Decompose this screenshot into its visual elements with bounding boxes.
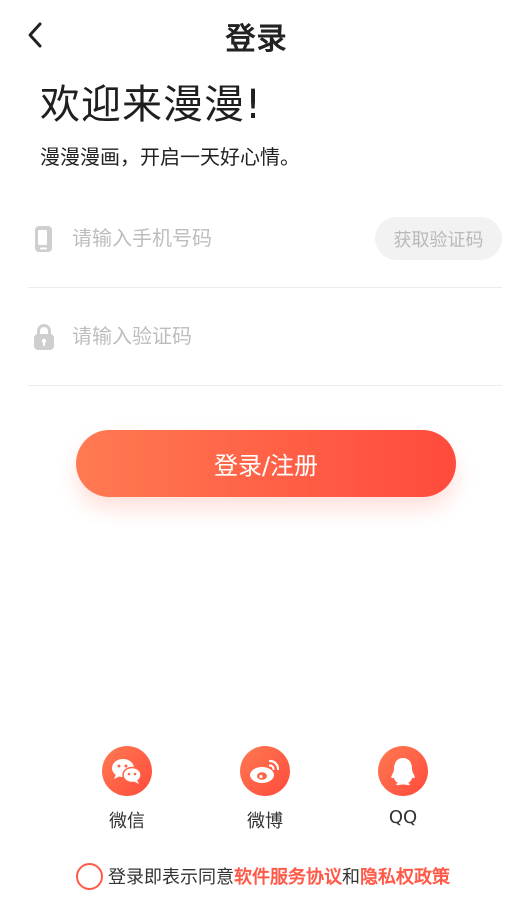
agreement-row: 登录即表示同意 软件服务协议 和 隐私权政策 (76, 862, 450, 890)
wechat-icon (112, 759, 142, 784)
qq-label: QQ (388, 807, 418, 828)
wechat-icon-circle (102, 746, 152, 796)
wechat-label: 微信 (109, 811, 145, 832)
weibo-icon-circle (240, 746, 290, 796)
phone-input[interactable] (72, 220, 352, 256)
weibo-icon (250, 759, 280, 783)
qq-icon-circle (378, 746, 428, 796)
weibo-label: 微博 (247, 811, 283, 832)
agree-radio[interactable] (76, 862, 103, 890)
phone-icon (35, 226, 52, 252)
welcome-heading: 欢迎来漫漫! (40, 82, 263, 128)
get-code-button[interactable]: 获取验证码 (375, 217, 502, 260)
wechat-login-button[interactable]: 微信 (82, 746, 172, 833)
weibo-login-button[interactable]: 微博 (220, 746, 310, 833)
qq-icon (391, 758, 415, 786)
lock-icon (34, 324, 54, 350)
agreement-prefix: 登录即表示同意 (108, 867, 234, 888)
code-input[interactable] (72, 318, 352, 354)
login-register-button[interactable]: 登录/注册 (76, 430, 456, 497)
qq-login-button[interactable]: QQ (358, 746, 448, 828)
service-agreement-link[interactable]: 软件服务协议 (234, 863, 342, 889)
agreement-conjunction: 和 (342, 867, 360, 888)
phone-field-row: 获取验证码 (28, 190, 502, 288)
privacy-policy-link[interactable]: 隐私权政策 (360, 863, 450, 889)
page-title: 登录 (225, 22, 288, 57)
welcome-subtitle: 漫漫漫画，开启一天好心情。 (40, 145, 300, 169)
code-field-row (28, 288, 502, 386)
header-bar: 登录 (0, 0, 513, 70)
